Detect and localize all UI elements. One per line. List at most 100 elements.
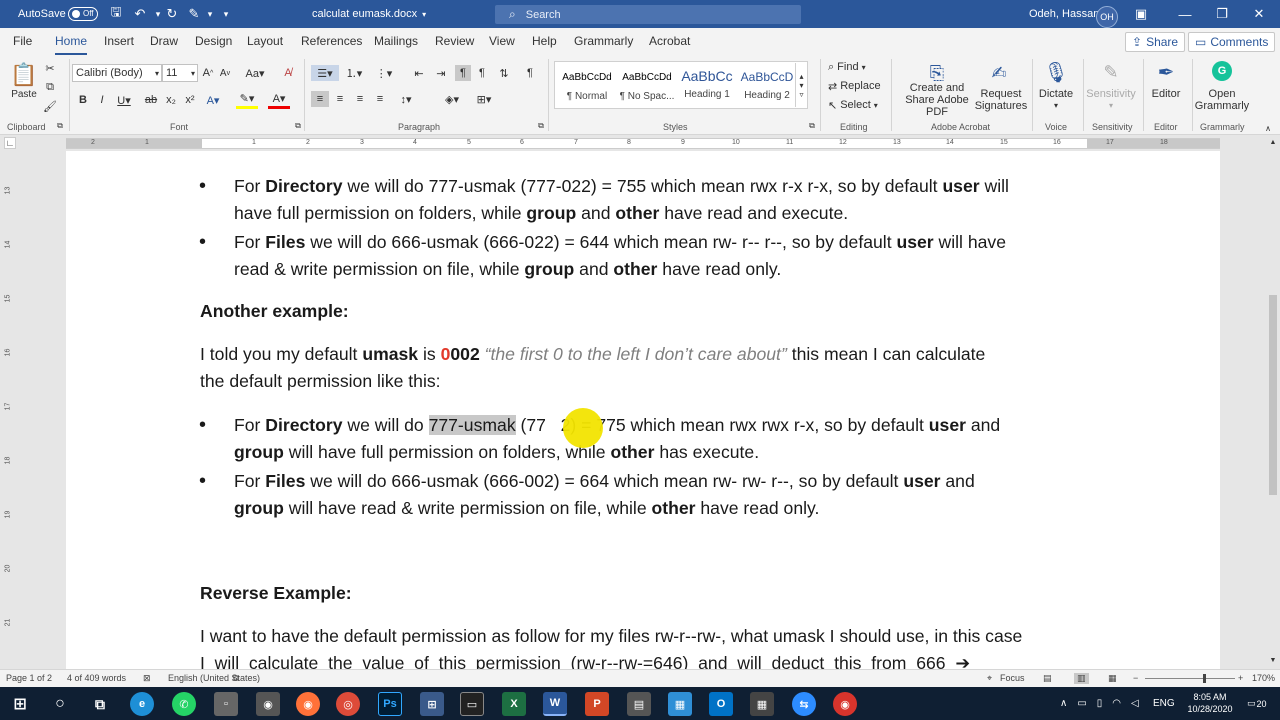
paste-button[interactable]: Paste — [8, 87, 40, 101]
italic-icon[interactable]: I — [95, 91, 109, 109]
decrease-indent-icon[interactable]: ⇤ — [410, 65, 428, 81]
open-grammarly-button[interactable]: Open Grammarly — [1194, 87, 1250, 113]
font-color-icon[interactable]: A▾ — [268, 91, 290, 109]
teamviewer-icon[interactable]: ⇆ — [792, 692, 816, 716]
grammarly-icon[interactable]: G — [1212, 61, 1232, 81]
borders-icon[interactable]: ⊞▾ — [472, 91, 496, 107]
create-share-pdf-button[interactable]: Create and Share Adobe PDF — [896, 82, 978, 118]
clock[interactable]: 8:05 AM 10/28/2020 — [1180, 691, 1240, 715]
subscript-icon[interactable]: x₂ — [164, 91, 178, 109]
grow-font-icon[interactable]: A ^ — [201, 64, 215, 82]
request-signatures-button[interactable]: Request Signatures — [974, 87, 1028, 113]
styles-scroll-icon[interactable]: ▴ ▾ ▿ — [795, 63, 807, 107]
clipboard-launcher-icon[interactable]: ⧉ — [55, 121, 65, 131]
avatar[interactable]: OH — [1096, 3, 1118, 31]
accessibility-icon[interactable]: ⧉ — [233, 673, 239, 684]
windows-start-icon[interactable]: ⊞ — [8, 692, 32, 716]
style-heading-2[interactable]: AaBbCcD Heading 2 — [737, 66, 797, 106]
tab-mailings[interactable]: Mailings — [374, 34, 418, 48]
zoom-out-icon[interactable]: − — [1133, 673, 1138, 683]
tab-references[interactable]: References — [301, 34, 362, 48]
firefox-icon[interactable]: ◉ — [296, 692, 320, 716]
tab-acrobat[interactable]: Acrobat — [649, 34, 690, 48]
style-normal[interactable]: AaBbCcDd ¶ Normal — [557, 66, 617, 106]
collapse-ribbon-icon[interactable]: ∧ — [1262, 123, 1274, 133]
zoom-in-icon[interactable]: + — [1238, 673, 1243, 683]
maximize-button[interactable]: ❐ — [1203, 0, 1241, 28]
tab-draw[interactable]: Draw — [150, 34, 178, 48]
copy-icon[interactable]: ⧉ — [42, 79, 58, 95]
dictate-button[interactable]: Dictate — [1036, 87, 1076, 101]
search-box[interactable]: ⌕ Search — [495, 5, 801, 24]
replace-button[interactable]: ⇄ Replace — [828, 78, 886, 94]
ribbon-display-options-icon[interactable]: ▣ — [1133, 6, 1149, 22]
save-icon[interactable]: 🖫 — [108, 4, 124, 22]
superscript-icon[interactable]: x² — [183, 91, 197, 109]
microphone-icon[interactable]: 🎙 — [1043, 59, 1068, 85]
numbering-icon[interactable]: ⒈▾ — [342, 65, 366, 81]
format-painter-icon[interactable]: ✎ — [186, 6, 202, 22]
files-icon[interactable]: ▤ — [627, 692, 651, 716]
undo-icon[interactable]: ↶ — [132, 6, 148, 22]
recording-app-icon[interactable]: ◉ — [833, 692, 857, 716]
chrome-icon[interactable]: ◎ — [336, 692, 360, 716]
tab-grammarly[interactable]: Grammarly — [574, 34, 633, 48]
scroll-up-icon[interactable]: ▲ — [1268, 137, 1278, 147]
font-size-select[interactable]: 11 ▾ — [162, 64, 198, 82]
page-count[interactable]: Page 1 of 2 — [6, 673, 52, 683]
align-left-icon[interactable]: ≡ — [311, 91, 329, 107]
strikethrough-icon[interactable]: ab — [144, 91, 158, 109]
rtl-icon[interactable]: ¶ — [474, 65, 490, 81]
tab-layout[interactable]: Layout — [247, 34, 283, 48]
scroll-thumb[interactable] — [1269, 295, 1277, 495]
wifi-icon[interactable]: ◠ — [1112, 698, 1121, 709]
excel-icon[interactable]: X — [502, 692, 526, 716]
shading-icon[interactable]: ◈▾ — [440, 91, 464, 107]
styles-launcher-icon[interactable]: ⧉ — [807, 121, 817, 131]
format-painter-icon[interactable]: 🖌 — [42, 98, 58, 114]
customize-qat-icon[interactable]: ▾ — [218, 6, 234, 22]
bullets-icon[interactable]: ☰▾ — [311, 65, 339, 81]
text-effects-icon[interactable]: A▾ — [206, 91, 220, 109]
proofing-icon[interactable]: ⊠ — [143, 673, 151, 684]
tab-file[interactable]: File — [13, 34, 32, 48]
battery-icon[interactable]: ▯ — [1097, 698, 1103, 709]
focus-icon[interactable]: ⌖ — [987, 673, 992, 684]
task-view-icon[interactable]: ⧉ — [88, 692, 112, 716]
signature-icon[interactable]: ✍ — [988, 61, 1010, 85]
paste-icon[interactable]: 📋 — [10, 61, 38, 89]
comments-button[interactable]: ▭ Comments — [1188, 32, 1276, 52]
style-heading-1[interactable]: AaBbCc Heading 1 — [677, 66, 737, 106]
touch-mode-dropdown-icon[interactable]: ▾ — [202, 6, 218, 22]
network-icon[interactable]: ▭ — [1077, 698, 1086, 709]
horizontal-ruler[interactable]: ∟ 2 1 1 2 3 4 5 6 7 8 9 10 11 12 13 14 1… — [0, 135, 1280, 151]
store-icon[interactable]: ▦ — [668, 692, 692, 716]
outlook-icon[interactable]: O — [709, 692, 733, 716]
style-no-spacing[interactable]: AaBbCcDd ¶ No Spac... — [617, 66, 677, 106]
sort-icon[interactable]: ⇅ — [496, 65, 512, 81]
autosave-toggle[interactable]: Off — [63, 0, 98, 28]
tab-home[interactable]: Home — [55, 34, 88, 55]
recorder-icon[interactable]: ◉ — [256, 692, 280, 716]
calculator-icon[interactable]: ▦ — [750, 692, 774, 716]
shrink-font-icon[interactable]: Av — [218, 64, 232, 82]
font-family-select[interactable]: Calibri (Body) ▾ — [72, 64, 162, 82]
web-layout-icon[interactable]: ▦ — [1108, 673, 1117, 684]
ltr-icon[interactable]: ¶ — [455, 65, 471, 81]
document-page[interactable]: • For Directory we will do 777-usmak (77… — [66, 151, 1220, 669]
document-title[interactable]: calculat eumask.docx ▾ — [312, 0, 426, 28]
dictate-dropdown-icon[interactable]: ▾ — [1050, 100, 1062, 110]
app-icon[interactable]: ▫ — [214, 692, 238, 716]
highlight-icon[interactable]: ✎▾ — [236, 91, 258, 109]
tab-selector-icon[interactable]: ∟ — [4, 137, 16, 149]
edge-icon[interactable]: e — [130, 692, 154, 716]
tab-view[interactable]: View — [489, 34, 515, 48]
close-button[interactable]: ✕ — [1240, 0, 1278, 28]
volume-icon[interactable]: ◁ — [1131, 698, 1139, 709]
word-count[interactable]: 4 of 409 words — [67, 673, 126, 683]
change-case-icon[interactable]: Aa▾ — [244, 64, 266, 82]
multilevel-list-icon[interactable]: ⋮▾ — [372, 65, 396, 81]
align-right-icon[interactable]: ≡ — [351, 91, 369, 107]
tab-help[interactable]: Help — [532, 34, 557, 48]
zoom-slider[interactable] — [1145, 678, 1235, 679]
